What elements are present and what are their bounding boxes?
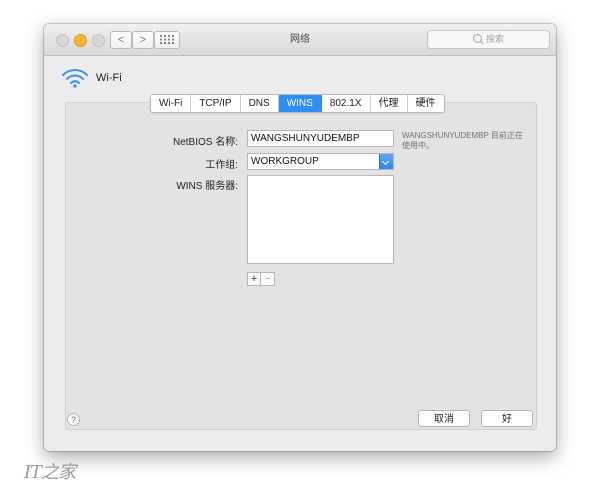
- tab-wifi[interactable]: Wi-Fi: [151, 95, 192, 112]
- tab-8021x[interactable]: 802.1X: [322, 95, 371, 112]
- chevron-down-icon[interactable]: [379, 154, 393, 169]
- settings-panel: [65, 102, 537, 430]
- workgroup-label: 工作组:: [205, 160, 238, 171]
- help-button[interactable]: ?: [67, 413, 80, 426]
- ok-button[interactable]: 好: [481, 410, 533, 427]
- search-placeholder: 搜索: [485, 34, 504, 44]
- tab-proxy[interactable]: 代理: [371, 95, 408, 112]
- search-icon: [472, 34, 482, 43]
- netbios-name-input[interactable]: WANGSHUNYUDEMBP: [247, 130, 394, 147]
- tab-tcpip[interactable]: TCP/IP: [191, 95, 241, 112]
- connection-name: Wi-Fi: [96, 72, 122, 84]
- cancel-button[interactable]: 取消: [418, 410, 470, 427]
- wins-servers-list[interactable]: [247, 175, 394, 264]
- tab-wins[interactable]: WINS: [278, 95, 322, 112]
- wins-servers-label: WINS 服务器:: [176, 181, 238, 192]
- netbios-name-label: NetBIOS 名称:: [172, 137, 238, 148]
- add-server-button[interactable]: +: [247, 272, 261, 286]
- netbios-status-note: WANGSHUNYUDEMBP 目前正在使用中。: [402, 131, 523, 150]
- watermark-logo: IT之家: [24, 462, 76, 483]
- preferences-window: < > 网络 搜索 Wi-Fi Wi-Fi TCP/IP DNS WINS 80…: [44, 24, 556, 451]
- search-input[interactable]: 搜索: [427, 30, 550, 49]
- remove-server-button[interactable]: −: [261, 272, 275, 286]
- workgroup-value: WORKGROUP: [251, 156, 319, 167]
- tab-hardware[interactable]: 硬件: [408, 95, 444, 112]
- title-bar: < > 网络 搜索: [44, 24, 556, 56]
- workgroup-combobox[interactable]: WORKGROUP: [247, 153, 394, 170]
- tab-bar: Wi-Fi TCP/IP DNS WINS 802.1X 代理 硬件: [150, 94, 445, 113]
- tab-dns[interactable]: DNS: [241, 95, 279, 112]
- wifi-icon: [62, 69, 88, 88]
